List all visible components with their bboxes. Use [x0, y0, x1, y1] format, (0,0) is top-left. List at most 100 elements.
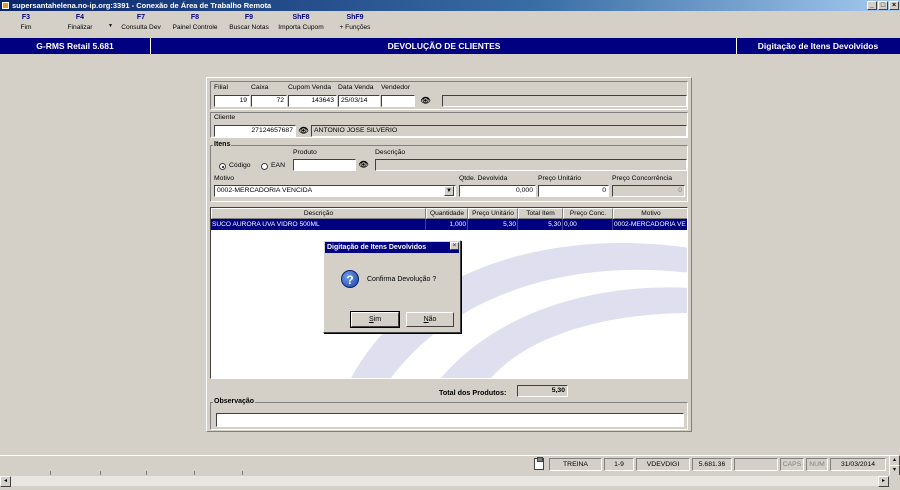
- scroll-right-icon[interactable]: ▸: [878, 476, 889, 487]
- status-blank: [734, 458, 778, 471]
- status-range: 1-9: [604, 458, 634, 471]
- col-header-motivo[interactable]: Motivo: [613, 208, 687, 219]
- descricao-label: Descrição: [375, 149, 406, 156]
- remote-desktop-icon: [2, 2, 9, 9]
- status-date: 31/03/2014: [830, 458, 886, 471]
- no-button[interactable]: Não: [406, 312, 454, 327]
- table-row-cell-preco-unitario[interactable]: 5,30: [468, 219, 518, 230]
- fkey-code: F4: [75, 14, 85, 21]
- binoculars-search-icon[interactable]: 👁: [358, 160, 369, 170]
- window-title: supersantahelena.no-ip.org:3391 - Conexã…: [12, 1, 272, 10]
- col-header-total-item[interactable]: Total Item: [518, 208, 563, 219]
- subscreen-title: Digitação de Itens Devolvidos: [757, 41, 879, 51]
- confirm-dialog: Digitação de Itens Devolvidos × ? Confir…: [323, 240, 461, 333]
- total-value: 5,30: [517, 385, 568, 397]
- dialog-title: Digitação de Itens Devolvidos: [325, 242, 459, 253]
- preco-unit-field[interactable]: 0: [538, 185, 609, 197]
- dialog-close-icon[interactable]: ×: [450, 242, 459, 250]
- observacao-group: [210, 402, 688, 430]
- minimize-button[interactable]: _: [867, 1, 877, 10]
- caixa-field[interactable]: 72: [251, 95, 287, 107]
- client-group: Cliente 27124657687 👁 ANTONIO JOSE SILVE…: [210, 112, 688, 138]
- screen-title: DEVOLUÇÃO DE CLIENTES: [152, 38, 737, 54]
- vertical-scrollbar[interactable]: ▴ ▾: [889, 455, 900, 476]
- fkey-fim[interactable]: F3 Fim: [14, 12, 38, 33]
- fkey-label: Importa Cupom: [278, 24, 324, 31]
- fkey-painel-controle[interactable]: F8 Painel Controle: [169, 12, 221, 33]
- motivo-select[interactable]: 0002-MERCADORIA VENCIDA: [214, 185, 456, 197]
- fkey-label: Finalizar: [67, 24, 93, 31]
- close-window-button[interactable]: ×: [889, 1, 899, 10]
- vendedor-label: Vendedor: [381, 84, 411, 91]
- caixa-label: Caixa: [251, 84, 269, 91]
- radio-ean[interactable]: [261, 163, 268, 170]
- table-row-cell-preco-conc[interactable]: 0,00: [563, 219, 613, 230]
- fkey-label: Buscar Notas: [229, 24, 269, 31]
- cupom-field[interactable]: 143643: [288, 95, 337, 107]
- table-row-cell-descricao[interactable]: SUCO AURORA UVA VIDRO 500ML: [211, 219, 426, 230]
- chevron-down-icon[interactable]: ▼: [444, 186, 454, 196]
- table-row-cell-total[interactable]: 5,30: [518, 219, 563, 230]
- status-caps: CAPS: [780, 458, 804, 471]
- col-header-descricao[interactable]: Descrição: [211, 208, 426, 219]
- fkey-code: ShF8: [292, 14, 310, 21]
- table-row-cell-motivo[interactable]: 0002-MERCADORIA VE: [613, 219, 687, 230]
- col-header-quantidade[interactable]: Quantidade: [426, 208, 468, 219]
- binoculars-search-icon[interactable]: 👁: [420, 96, 431, 106]
- preco-conc-label: Preço Concorrência: [612, 175, 673, 182]
- clipboard-icon: [534, 457, 544, 470]
- horizontal-scrollbar[interactable]: ◂ ▸: [0, 475, 889, 487]
- produto-field[interactable]: [293, 159, 356, 171]
- items-group: Produto Descrição Código EAN 👁 Motivo Qt…: [210, 145, 688, 202]
- col-header-preco-unitario[interactable]: Preço Unitário: [468, 208, 518, 219]
- yes-button[interactable]: Sim: [350, 311, 400, 328]
- items-legend: Itens: [213, 141, 232, 148]
- cliente-label: Cliente: [214, 114, 236, 121]
- dialog-message: Confirma Devolução ?: [367, 276, 437, 283]
- produto-label: Produto: [293, 149, 317, 156]
- observacao-legend: Observação: [213, 398, 256, 405]
- window-titlebar: supersantahelena.no-ip.org:3391 - Conexã…: [0, 0, 900, 11]
- preco-conc-field: 0: [612, 185, 685, 197]
- fkey-buscar-notas[interactable]: F9 Buscar Notas: [226, 12, 272, 33]
- status-module: VDEVDIGI: [636, 458, 690, 471]
- total-label: Total dos Produtos:: [439, 388, 507, 397]
- question-icon: ?: [341, 270, 359, 288]
- vendedor-name-field: [442, 95, 687, 107]
- dropdown-marker-icon: ▼: [108, 23, 113, 29]
- cliente-code-field[interactable]: 27124657687: [214, 125, 296, 137]
- status-bar: TREINA 1-9 VDEVDIGI 5.681.36 CAPS NUM 31…: [0, 455, 900, 472]
- maximize-button[interactable]: □: [878, 1, 888, 10]
- radio-codigo[interactable]: [219, 163, 226, 170]
- fkey-mais-funcoes[interactable]: ShF9 + Funções: [336, 12, 374, 33]
- filial-field[interactable]: 19: [214, 95, 250, 107]
- cliente-name-field: ANTONIO JOSE SILVERIO: [311, 125, 687, 137]
- descricao-field: [375, 159, 687, 171]
- function-key-toolbar: F3 Fim F4 Finalizar ▼ F7 Consulta Dev F8…: [0, 11, 900, 38]
- fkey-consulta-dev[interactable]: F7 Consulta Dev: [119, 12, 163, 33]
- yes-label: im: [373, 316, 382, 323]
- cupom-label: Cupom Venda: [288, 84, 332, 91]
- fkey-code: ShF9: [346, 14, 364, 21]
- vendedor-field[interactable]: [381, 95, 415, 107]
- sale-group: Filial Caixa Cupom Venda Data Venda Vend…: [210, 81, 688, 110]
- fkey-label: Painel Controle: [172, 24, 218, 31]
- no-label: ão: [428, 316, 437, 323]
- qtde-field[interactable]: 0,000: [459, 185, 536, 197]
- observacao-field[interactable]: [216, 413, 684, 427]
- fkey-finalizar[interactable]: F4 Finalizar: [64, 12, 96, 33]
- resize-grip-icon[interactable]: [889, 475, 900, 486]
- status-num: NUM: [806, 458, 828, 471]
- fkey-code: F7: [136, 14, 146, 21]
- fkey-importa-cupom[interactable]: ShF8 Importa Cupom: [276, 12, 326, 33]
- screen-header: G-RMS Retail 5.681 DEVOLUÇÃO DE CLIENTES…: [0, 38, 900, 54]
- data-venda-field[interactable]: 25/03/14: [338, 95, 380, 107]
- fkey-code: F3: [21, 14, 31, 21]
- table-row-cell-quantidade[interactable]: 1,000: [426, 219, 468, 230]
- data-venda-label: Data Venda: [338, 84, 374, 91]
- col-header-preco-conc[interactable]: Preço Conc.: [563, 208, 613, 219]
- radio-ean-label: EAN: [271, 162, 285, 169]
- binoculars-search-icon[interactable]: 👁: [298, 126, 309, 136]
- scroll-left-icon[interactable]: ◂: [0, 476, 11, 487]
- qtde-label: Qtde. Devolvida: [459, 175, 508, 182]
